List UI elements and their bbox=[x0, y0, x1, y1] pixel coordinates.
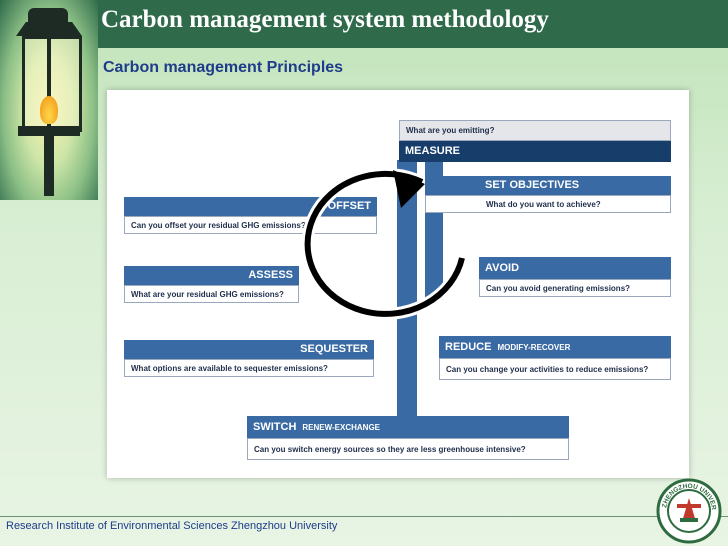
switch-label: SWITCH RENEW-EXCHANGE bbox=[247, 416, 569, 438]
lantern-image bbox=[0, 0, 98, 200]
measure-box: What are you emitting? MEASURE bbox=[399, 120, 671, 162]
assess-box: ASSESS What are your residual GHG emissi… bbox=[124, 266, 299, 303]
switch-box: SWITCH RENEW-EXCHANGE Can you switch ener… bbox=[247, 416, 569, 460]
switch-text: SWITCH bbox=[253, 421, 297, 433]
diagram-panel: What are you emitting? MEASURE SET OBJEC… bbox=[107, 90, 689, 478]
slide-title: Carbon management system methodology bbox=[101, 6, 549, 33]
set-objectives-question-text: What do you want to achieve? bbox=[486, 200, 601, 209]
footer-divider bbox=[0, 516, 728, 517]
footer-text: Research Institute of Environmental Scie… bbox=[6, 520, 338, 532]
lantern-pole bbox=[44, 136, 54, 196]
university-seal-logo: ZHENGZHOU UNIVERSITY bbox=[656, 478, 722, 544]
sequester-label: SEQUESTER bbox=[124, 340, 374, 359]
reduce-box: REDUCE MODIFY-RECOVER Can you change your… bbox=[439, 336, 671, 380]
assess-question: What are your residual GHG emissions? bbox=[124, 285, 299, 303]
switch-sublabel: RENEW-EXCHANGE bbox=[302, 423, 381, 432]
set-objectives-text: SET OBJECTIVES bbox=[485, 179, 580, 191]
lantern-base bbox=[18, 126, 80, 136]
reduce-sublabel: MODIFY-RECOVER bbox=[497, 343, 571, 352]
assess-label: ASSESS bbox=[124, 266, 299, 285]
reduce-label: REDUCE MODIFY-RECOVER bbox=[439, 336, 671, 358]
switch-question: Can you switch energy sources so they ar… bbox=[247, 438, 569, 460]
avoid-label: AVOID bbox=[479, 257, 671, 279]
candle-flame-icon bbox=[40, 96, 58, 124]
reduce-question: Can you change your activities to reduce… bbox=[439, 358, 671, 380]
avoid-box: AVOID Can you avoid generating emissions… bbox=[479, 257, 671, 297]
lantern-roof bbox=[16, 22, 82, 36]
slide-subtitle: Carbon management Principles bbox=[103, 59, 344, 76]
lantern-cap bbox=[28, 8, 68, 24]
sequester-box: SEQUESTER What options are available to … bbox=[124, 340, 374, 377]
measure-label: MEASURE bbox=[399, 141, 671, 162]
avoid-question: Can you avoid generating emissions? bbox=[479, 279, 671, 297]
sequester-question: What options are available to sequester … bbox=[124, 359, 374, 377]
cycle-arrow-icon bbox=[301, 168, 468, 320]
reduce-text: REDUCE bbox=[445, 341, 492, 353]
measure-question: What are you emitting? bbox=[399, 120, 671, 141]
